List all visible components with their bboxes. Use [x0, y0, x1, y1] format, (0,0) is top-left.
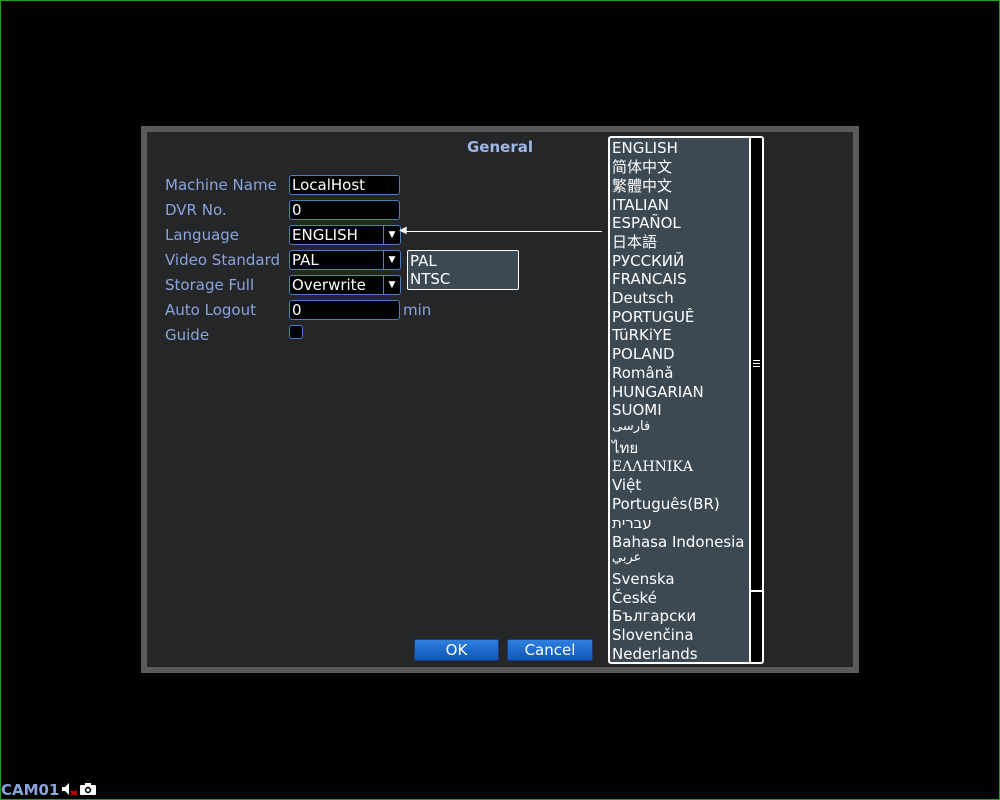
language-option[interactable]: Românǎ [612, 364, 673, 382]
language-option[interactable]: HUNGARIAN [612, 383, 704, 401]
language-option[interactable]: فارسی [612, 418, 650, 436]
language-select[interactable]: ENGLISH ▼ [289, 225, 401, 245]
arrow-left-icon: ◀ [399, 225, 407, 236]
language-option[interactable]: Български [612, 607, 696, 625]
storage-full-select-value: Overwrite [292, 276, 366, 294]
video-standard-label: Video Standard [165, 251, 281, 269]
mute-icon [61, 781, 79, 800]
language-option[interactable]: Slovenčina [612, 626, 694, 644]
language-option[interactable]: Nederlands [612, 645, 698, 662]
dropdown-option-ntsc[interactable]: NTSC [410, 270, 450, 288]
video-standard-dropdown: PAL NTSC [407, 250, 519, 290]
auto-logout-label: Auto Logout [165, 301, 256, 319]
cancel-button[interactable]: Cancel [507, 639, 593, 661]
guide-checkbox[interactable] [289, 325, 303, 339]
language-option[interactable]: Việt [612, 476, 641, 494]
video-standard-select[interactable]: PAL ▼ [289, 250, 401, 270]
camera-icon [79, 781, 97, 800]
chevron-down-icon[interactable]: ▼ [383, 226, 400, 244]
chevron-down-icon[interactable]: ▼ [383, 251, 400, 269]
language-option[interactable]: РУССКИЙ [612, 252, 684, 270]
camera-label: CAM01 [1, 781, 60, 799]
language-option[interactable]: ESPAÑOL [612, 214, 681, 232]
language-select-value: ENGLISH [292, 226, 358, 244]
language-option[interactable]: عربي [612, 549, 641, 567]
scrollbar-thumb[interactable] [751, 138, 762, 592]
language-option[interactable]: ΕΛΛΗΝΙΚΑ [612, 458, 693, 476]
dropdown-option-pal[interactable]: PAL [410, 252, 437, 270]
video-standard-select-value: PAL [292, 251, 319, 269]
language-option[interactable]: TüRKiYE [612, 326, 672, 344]
dvr-no-label: DVR No. [165, 201, 227, 219]
guide-label: Guide [165, 326, 210, 344]
language-option[interactable]: 繁體中文 [612, 177, 672, 195]
dvr-no-field[interactable]: 0 [289, 200, 400, 220]
storage-full-label: Storage Full [165, 276, 255, 294]
language-option[interactable]: Português(BR) [612, 495, 720, 513]
language-option[interactable]: FRANCAIS [612, 270, 687, 288]
language-option[interactable]: ITALIAN [612, 196, 669, 214]
language-option[interactable]: ENGLISH [612, 139, 678, 157]
language-option[interactable]: עברית [612, 514, 652, 532]
pointer-line [402, 231, 602, 232]
machine-name-label: Machine Name [165, 176, 277, 194]
status-bar: CAM01 [1, 781, 97, 799]
language-dropdown-list: ENGLISH 简体中文 繁體中文 ITALIAN ESPAÑOL 日本語 РУ… [608, 136, 764, 664]
auto-logout-unit: min [403, 301, 432, 319]
storage-full-select[interactable]: Overwrite ▼ [289, 275, 401, 295]
grip-line [753, 366, 760, 367]
ok-button[interactable]: OK [414, 639, 499, 661]
language-option[interactable]: Svenska [612, 570, 675, 588]
language-option[interactable]: 简体中文 [612, 158, 672, 176]
grip-line [753, 363, 760, 364]
language-label: Language [165, 226, 240, 244]
chevron-down-icon[interactable]: ▼ [383, 276, 400, 294]
language-option[interactable]: PORTUGUÊ [612, 308, 694, 326]
language-option[interactable]: České [612, 589, 657, 607]
language-option[interactable]: 日本語 [612, 233, 657, 251]
machine-name-field[interactable]: LocalHost [289, 175, 400, 195]
auto-logout-field[interactable]: 0 [289, 300, 400, 320]
language-scrollbar[interactable] [749, 138, 762, 662]
language-option[interactable]: POLAND [612, 345, 675, 363]
language-option[interactable]: Deutsch [612, 289, 674, 307]
language-option[interactable]: ไทย [612, 439, 638, 457]
grip-line [753, 360, 760, 361]
language-option[interactable]: SUOMI [612, 401, 662, 419]
